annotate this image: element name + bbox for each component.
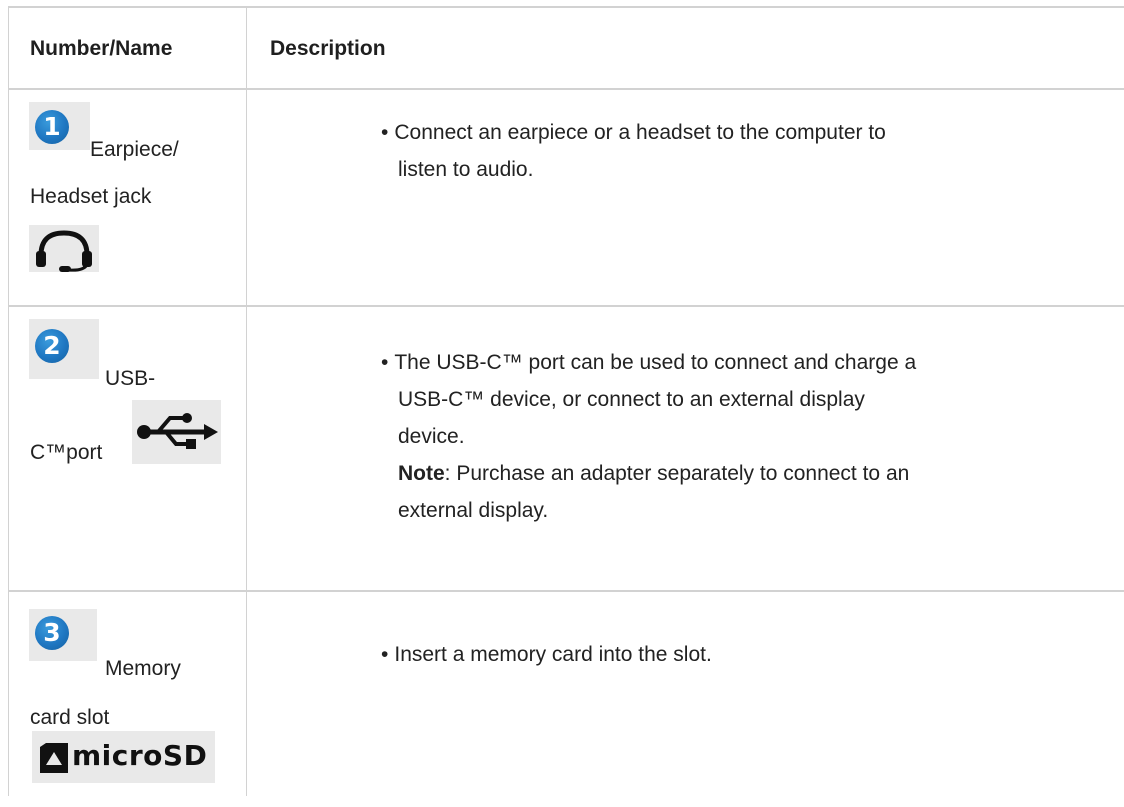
description-line: Connect an earpiece or a headset to the …	[394, 121, 886, 144]
row-description: • Insert a memory card into the slot.	[381, 636, 1101, 673]
description-line: The USB-C™ port can be used to connect a…	[394, 351, 917, 374]
table-row: 2 USB- C™port • The USB-C™ port can be us…	[8, 307, 1124, 599]
note-text: external display.	[398, 499, 549, 522]
row-name-line: USB-	[105, 367, 156, 390]
header-description-cell: Description	[247, 8, 1124, 88]
bullet: •	[381, 351, 389, 374]
row-name-line: Earpiece/	[90, 138, 179, 161]
row-name-line: Headset jack	[30, 185, 152, 208]
header-name-cell: Number/Name	[8, 8, 247, 88]
row-description-cell: • Insert a memory card into the slot.	[247, 592, 1124, 796]
header-name-label: Number/Name	[30, 37, 173, 60]
headset-icon	[29, 225, 99, 272]
bullet: •	[381, 643, 389, 666]
row-name-line: Memory	[105, 657, 181, 680]
table-row: 3 Memory card slot microSD • Insert a mem…	[8, 592, 1124, 796]
row-name-cell: 3 Memory card slot microSD	[8, 592, 247, 796]
row-description: • Connect an earpiece or a headset to the…	[381, 114, 1101, 188]
table-header-row: Number/Name Description	[8, 8, 1124, 88]
row-name-line: C™port	[30, 441, 103, 464]
row-description-cell: • The USB-C™ port can be used to connect …	[247, 307, 1124, 599]
note-label: Note	[398, 462, 445, 485]
number-badge-3: 3	[35, 616, 69, 650]
row-description-cell: • Connect an earpiece or a headset to the…	[247, 90, 1124, 305]
note-text: : Purchase an adapter separately to conn…	[444, 462, 910, 485]
row-name-cell: 1 Earpiece/ Headset jack	[8, 90, 247, 305]
usb-icon	[132, 400, 221, 464]
row-description: • The USB-C™ port can be used to connect …	[381, 344, 1101, 529]
bullet: •	[381, 121, 389, 144]
note-line: Note: Purchase an adapter separately to …	[381, 455, 1101, 492]
description-line: device.	[398, 425, 465, 448]
description-line: listen to audio.	[398, 158, 534, 181]
microsd-icon: microSD	[32, 731, 215, 783]
header-description-label: Description	[270, 37, 386, 60]
number-badge-1: 1	[35, 110, 69, 144]
microsd-logo-text: microSD	[72, 739, 208, 772]
row-name-cell: 2 USB- C™port	[8, 307, 247, 599]
description-line: USB-C™ device, or connect to an external…	[398, 388, 865, 411]
table-row: 1 Earpiece/ Headset jack • Connect an ear…	[8, 90, 1124, 305]
description-line: Insert a memory card into the slot.	[394, 643, 712, 666]
number-badge-2: 2	[35, 329, 69, 363]
